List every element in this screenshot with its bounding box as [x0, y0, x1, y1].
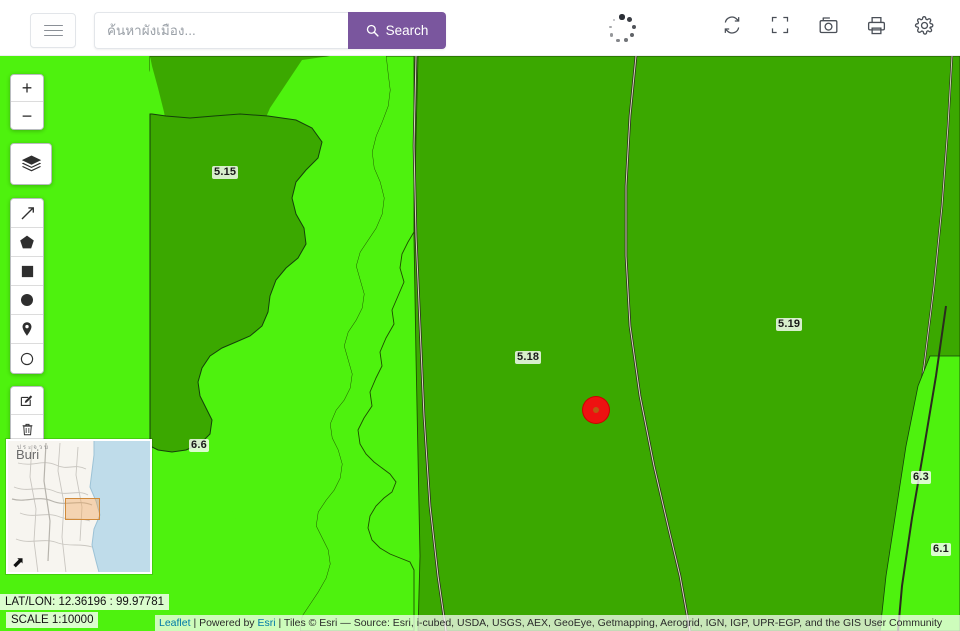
camera-icon[interactable] [814, 10, 842, 40]
loading-spinner-icon [604, 11, 640, 47]
polyline-icon [19, 205, 36, 222]
edit-toolbar [10, 386, 44, 444]
selected-location-marker[interactable] [583, 397, 609, 423]
gear-icon[interactable] [910, 10, 938, 40]
hamburger-icon [43, 21, 63, 39]
circle-filled-icon [19, 292, 35, 308]
app-header: Search [0, 0, 960, 56]
search-button-label: Search [385, 23, 429, 38]
rectangle-icon [20, 264, 35, 279]
zone-polygon-5-19 [413, 56, 960, 631]
draw-rectangle-button[interactable] [11, 257, 43, 286]
collapse-arrow-icon[interactable]: ⬈ [12, 555, 25, 570]
search-input[interactable] [94, 12, 348, 49]
draw-polyline-button[interactable] [11, 199, 43, 228]
edit-pencil-icon [19, 393, 35, 409]
layers-button[interactable] [11, 144, 51, 184]
scale-readout: SCALE 1:10000 [6, 612, 99, 628]
fullscreen-icon[interactable] [766, 10, 794, 40]
minimap-place-label: Buri [16, 447, 40, 462]
attribution-sep: | Powered by [190, 617, 258, 629]
draw-circlemarker-button[interactable] [11, 344, 43, 373]
trash-icon [20, 422, 35, 437]
zone-label: 6.6 [189, 439, 209, 452]
layers-icon [20, 153, 43, 176]
zone-label: 5.18 [515, 351, 542, 364]
refresh-icon[interactable] [718, 10, 746, 40]
latlon-readout: LAT/LON: 12.36196 : 99.97781 [0, 594, 169, 610]
circle-outline-icon [19, 351, 35, 367]
map-attribution: Leaflet | Powered by Esri | Tiles © Esri… [155, 615, 960, 631]
leaflet-link[interactable]: Leaflet [159, 617, 191, 629]
draw-toolbar [10, 198, 44, 374]
minus-icon: − [21, 105, 33, 126]
plus-icon: + [21, 78, 33, 98]
zoom-in-button[interactable]: + [11, 75, 43, 102]
zone-label: 6.3 [911, 471, 931, 484]
minimap-overview[interactable]: ประจวบ Buri ⬈ [6, 439, 152, 574]
zone-label: 5.19 [776, 318, 803, 331]
header-tool-icons [718, 10, 938, 40]
zone-label: 6.1 [931, 543, 951, 556]
attribution-text: | Tiles © Esri — Source: Esri, i-cubed, … [275, 617, 943, 629]
esri-link[interactable]: Esri [257, 617, 275, 629]
polygon-icon [19, 234, 35, 250]
edit-layers-button[interactable] [11, 387, 43, 415]
search-bar: Search [94, 12, 446, 49]
map-pin-icon [19, 321, 35, 337]
map-application: Search [0, 0, 960, 631]
zoom-out-button[interactable]: − [11, 102, 43, 129]
search-button[interactable]: Search [348, 12, 446, 49]
hamburger-menu-button[interactable] [30, 13, 76, 48]
draw-polygon-button[interactable] [11, 228, 43, 257]
print-icon[interactable] [862, 10, 890, 40]
search-icon [366, 24, 379, 37]
zone-label: 5.15 [212, 166, 239, 179]
draw-circle-button[interactable] [11, 286, 43, 315]
layers-control [10, 143, 52, 185]
minimap-viewport-rect[interactable] [65, 498, 100, 520]
map-canvas[interactable]: 5.15 5.18 5.19 6.6 6.3 6.1 + − ประจวบ Bu… [0, 56, 960, 631]
draw-marker-button[interactable] [11, 315, 43, 344]
zoom-control: + − [10, 74, 44, 130]
